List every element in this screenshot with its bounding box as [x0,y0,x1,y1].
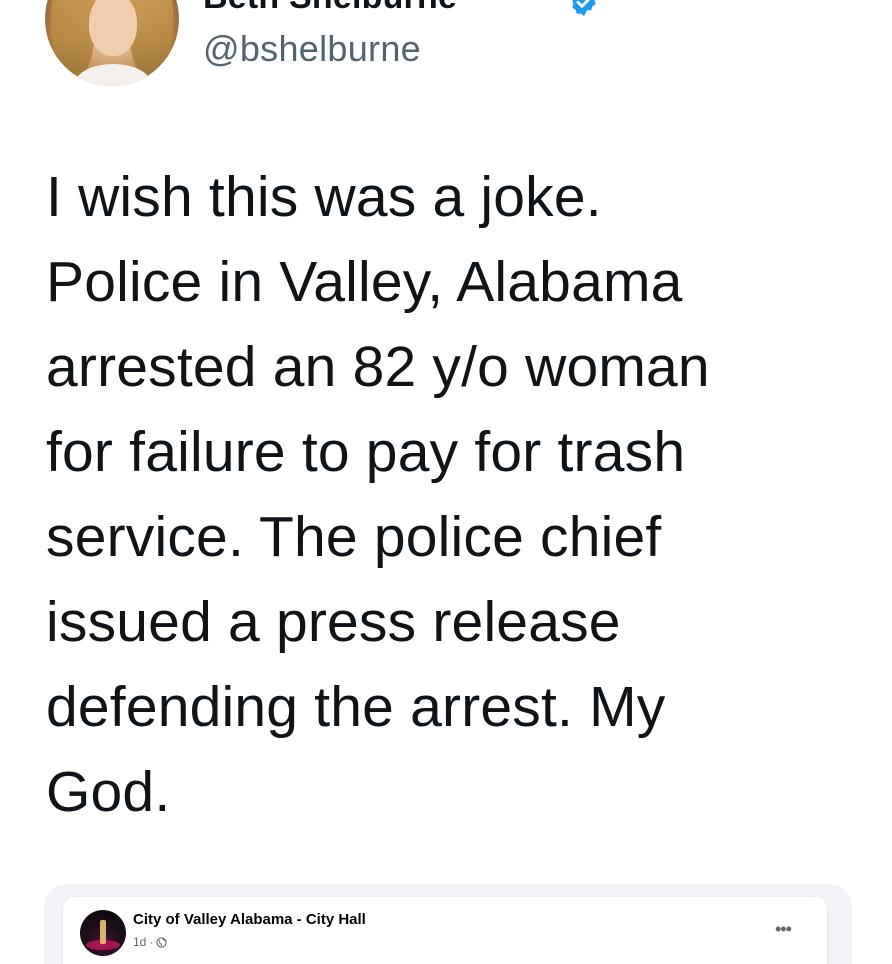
embedded-post-card[interactable] [63,897,827,964]
tweet-header: Beth Shelburne @bshelburne [0,0,892,110]
author-display-name[interactable]: Beth Shelburne [203,0,457,17]
verified-badge-icon [572,0,596,16]
meta-separator: · [149,935,154,949]
more-options-icon[interactable]: ••• [775,920,792,938]
avatar-face [89,0,137,56]
page-avatar[interactable] [80,910,126,956]
tweet-text: I wish this was a joke. Police in Valley… [46,165,710,824]
post-time[interactable]: 1d [133,935,146,949]
post-meta: 1d · [133,935,167,949]
globe-icon[interactable] [156,936,167,948]
author-handle[interactable]: @bshelburne [203,28,421,70]
author-avatar[interactable] [45,0,179,86]
page-name[interactable]: City of Valley Alabama - City Hall [133,911,366,928]
page-avatar-spire [100,920,106,944]
